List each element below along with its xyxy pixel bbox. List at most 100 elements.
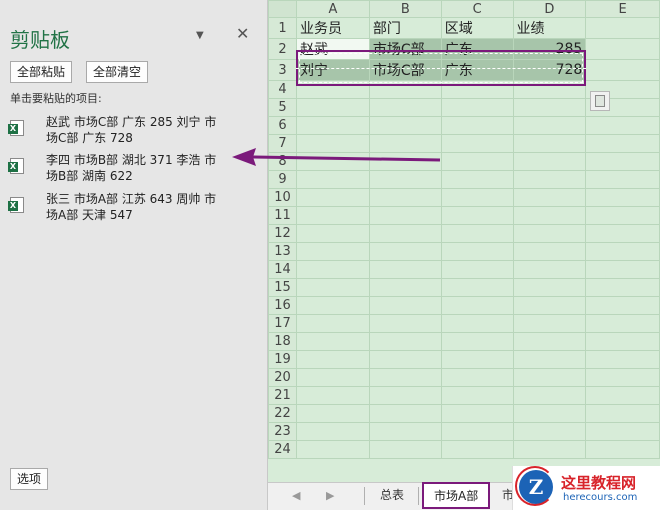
row-header[interactable]: 15 <box>268 278 297 297</box>
row-header[interactable]: 14 <box>268 260 297 279</box>
cell[interactable] <box>368 152 442 171</box>
cell[interactable] <box>512 440 587 459</box>
clipboard-item[interactable]: X 张三 市场A部 江苏 643 周帅 市 场A部 天津 547 <box>8 191 240 225</box>
cell[interactable] <box>368 440 442 459</box>
cell[interactable] <box>512 98 587 117</box>
cell[interactable] <box>440 368 514 387</box>
cell[interactable] <box>295 152 370 171</box>
cell[interactable] <box>585 152 660 171</box>
cell[interactable] <box>512 296 587 315</box>
cell[interactable] <box>295 332 370 351</box>
cell[interactable] <box>512 152 587 171</box>
cell[interactable] <box>585 422 660 441</box>
cell[interactable]: 广东 <box>440 59 514 81</box>
cell[interactable] <box>440 242 514 261</box>
cell[interactable] <box>368 134 442 153</box>
cell[interactable]: 部门 <box>368 17 442 39</box>
cell[interactable]: 赵武 <box>295 38 370 60</box>
cell[interactable] <box>295 260 370 279</box>
cell[interactable] <box>585 332 660 351</box>
cell[interactable] <box>368 116 442 135</box>
clipboard-item[interactable]: X 赵武 市场C部 广东 285 刘宁 市 场C部 广东 728 <box>8 114 240 148</box>
row-header[interactable]: 8 <box>268 152 297 171</box>
row-header[interactable]: 20 <box>268 368 297 387</box>
row-header[interactable]: 2 <box>268 38 297 60</box>
cell[interactable] <box>512 314 587 333</box>
cell[interactable] <box>368 332 442 351</box>
cell[interactable] <box>585 386 660 405</box>
cell[interactable] <box>368 80 442 99</box>
cell[interactable] <box>295 368 370 387</box>
options-button[interactable]: 选项 <box>10 468 49 490</box>
cell[interactable] <box>440 134 514 153</box>
cell[interactable] <box>585 368 660 387</box>
row-header[interactable]: 18 <box>268 332 297 351</box>
cell[interactable] <box>368 170 442 189</box>
cell[interactable] <box>512 422 587 441</box>
row-header[interactable]: 4 <box>268 80 297 99</box>
row-header[interactable]: 17 <box>268 314 297 333</box>
cell[interactable] <box>512 386 587 405</box>
cell[interactable] <box>440 170 514 189</box>
cell[interactable] <box>440 152 514 171</box>
cell[interactable] <box>585 278 660 297</box>
cell[interactable] <box>368 206 442 225</box>
column-header[interactable]: C <box>440 0 514 18</box>
cell[interactable] <box>440 350 514 369</box>
cell[interactable] <box>512 278 587 297</box>
cell[interactable] <box>368 314 442 333</box>
cell[interactable] <box>368 224 442 243</box>
sheet-tab[interactable]: 总表 <box>374 483 410 510</box>
cell[interactable] <box>295 170 370 189</box>
cell[interactable] <box>368 242 442 261</box>
cell[interactable] <box>440 80 514 99</box>
cell[interactable] <box>585 116 660 135</box>
cell[interactable] <box>585 188 660 207</box>
row-header[interactable]: 1 <box>268 17 297 39</box>
cell[interactable] <box>512 116 587 135</box>
cell[interactable] <box>295 278 370 297</box>
cell[interactable] <box>585 242 660 261</box>
cell[interactable] <box>440 260 514 279</box>
cell[interactable] <box>585 206 660 225</box>
cell[interactable] <box>295 116 370 135</box>
column-header[interactable]: D <box>512 0 587 18</box>
row-header[interactable]: 7 <box>268 134 297 153</box>
cell[interactable] <box>585 296 660 315</box>
cell[interactable] <box>512 368 587 387</box>
cell[interactable] <box>585 224 660 243</box>
cell[interactable] <box>585 404 660 423</box>
row-header[interactable]: 24 <box>268 440 297 459</box>
cell[interactable] <box>585 170 660 189</box>
row-header[interactable]: 9 <box>268 170 297 189</box>
clear-all-button[interactable]: 全部清空 <box>86 61 149 83</box>
cell[interactable] <box>512 80 587 99</box>
cell[interactable]: 区域 <box>440 17 514 39</box>
cell[interactable] <box>295 440 370 459</box>
cell[interactable] <box>440 188 514 207</box>
cell[interactable] <box>512 242 587 261</box>
cell[interactable] <box>368 386 442 405</box>
cell[interactable] <box>368 188 442 207</box>
cell[interactable] <box>295 404 370 423</box>
cell[interactable] <box>295 422 370 441</box>
cell[interactable] <box>295 224 370 243</box>
cell[interactable]: 285 <box>512 38 587 60</box>
cell[interactable] <box>368 368 442 387</box>
select-all-corner[interactable] <box>268 0 297 18</box>
cell[interactable] <box>512 260 587 279</box>
cell[interactable] <box>295 242 370 261</box>
cell[interactable] <box>512 404 587 423</box>
cell[interactable] <box>512 206 587 225</box>
cell[interactable] <box>368 98 442 117</box>
cell[interactable]: 市场C部 <box>368 59 442 81</box>
tab-scroll-right-icon[interactable]: ▶ <box>326 489 334 502</box>
cell[interactable] <box>440 296 514 315</box>
cell[interactable] <box>440 98 514 117</box>
cell[interactable] <box>368 260 442 279</box>
cell[interactable] <box>368 404 442 423</box>
worksheet-grid[interactable]: A B C D E 1 业务员 部门 区域 业绩 2 赵武 市场C部 广东 285 3 刘宁 市场C部广… <box>268 0 660 482</box>
row-header[interactable]: 23 <box>268 422 297 441</box>
sheet-tab-active[interactable]: 市场A部 <box>422 482 491 509</box>
row-header[interactable]: 19 <box>268 350 297 369</box>
